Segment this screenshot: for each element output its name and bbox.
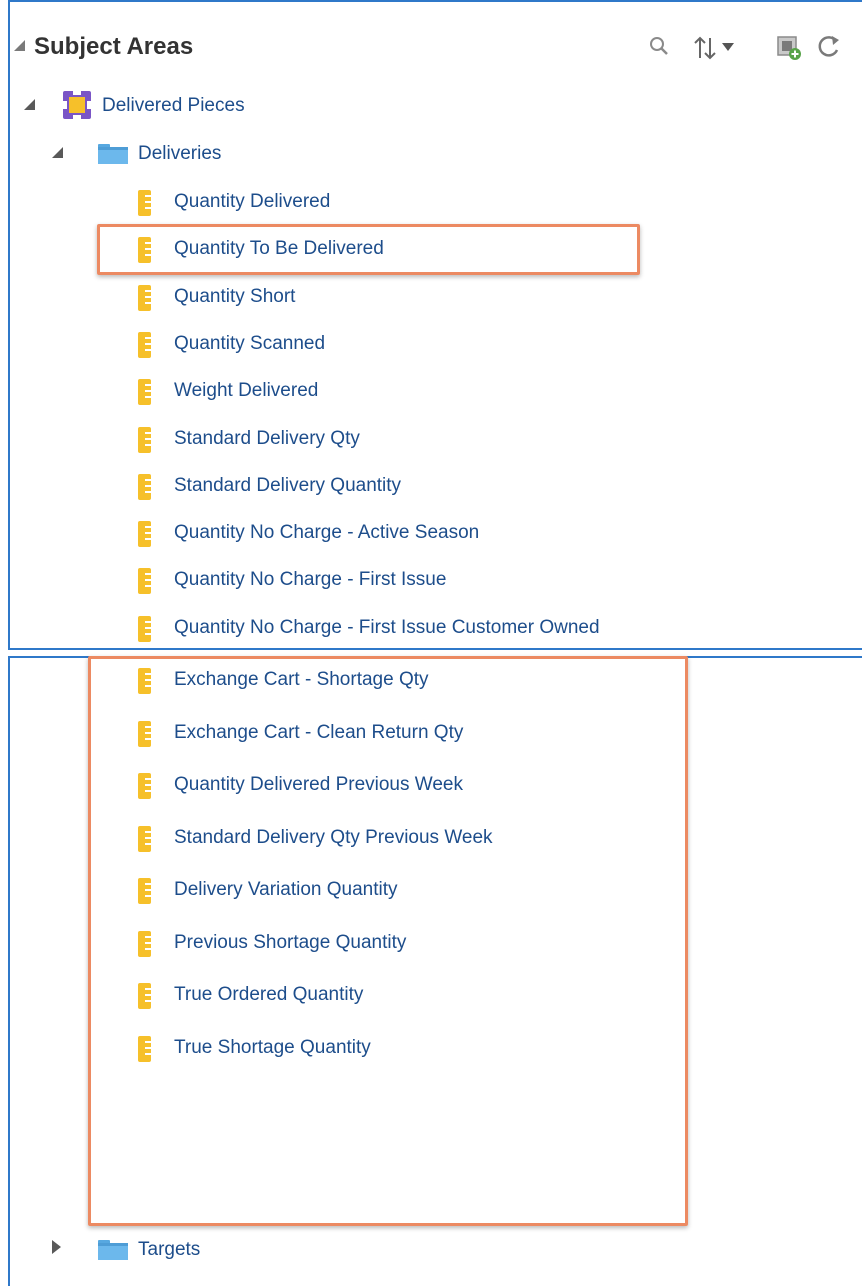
tree-item-label: Quantity Delivered Previous Week xyxy=(174,774,463,795)
tree-item-label: True Ordered Quantity xyxy=(174,984,364,1005)
tree-item-measure[interactable]: Quantity No Charge - First Issue Custome… xyxy=(10,606,862,650)
tree-item-measure[interactable]: Quantity To Be Delivered xyxy=(10,227,862,271)
folder-icon xyxy=(98,144,128,164)
subject-area-icon xyxy=(62,90,92,120)
tree-item-measure[interactable]: Weight Delivered xyxy=(10,369,862,413)
tree-item-label: Exchange Cart - Shortage Qty xyxy=(174,669,429,690)
tree-item-measure[interactable]: Exchange Cart - Shortage Qty xyxy=(10,658,862,702)
refresh-icon[interactable] xyxy=(814,30,844,64)
measure-column-icon xyxy=(138,930,151,957)
tree-item-label: Quantity Delivered xyxy=(174,191,331,212)
tree-item-label: Quantity No Charge - Active Season xyxy=(174,522,480,544)
tree-item-measure[interactable]: Quantity Delivered Previous Week xyxy=(10,763,862,807)
tree-item-measure[interactable]: Exchange Cart - Clean Return Qty xyxy=(10,711,862,755)
measure-column-icon xyxy=(138,720,151,747)
tree-node-label: Targets xyxy=(138,1239,201,1260)
measure-column-icon xyxy=(138,426,151,453)
measure-column-icon xyxy=(138,668,151,694)
measure-column-icon xyxy=(138,379,151,406)
measure-column-icon xyxy=(138,237,151,264)
subject-areas-panel-continued: Exchange Cart - Shortage Qty Exchange Car… xyxy=(8,656,862,1286)
tree-item-label: Standard Delivery Qty Previous Week xyxy=(174,826,493,848)
measure-column-icon xyxy=(138,521,151,548)
measure-column-icon xyxy=(138,284,151,311)
measure-column-icon xyxy=(138,773,151,799)
tree-item-measure[interactable]: True Ordered Quantity xyxy=(10,973,862,1017)
measure-column-icon xyxy=(138,331,151,358)
tree-item-label: Quantity No Charge - First Issue Custome… xyxy=(174,616,600,638)
tree-item-label: Delivery Variation Quantity xyxy=(174,879,398,900)
panel-title: Subject Areas xyxy=(34,33,194,60)
tree-item-measure[interactable]: Standard Delivery Quantity xyxy=(10,464,862,508)
tree-node-delivered-pieces[interactable]: Delivered Pieces xyxy=(10,84,862,128)
tree-item-label: True Shortage Quantity xyxy=(174,1036,371,1058)
search-icon[interactable] xyxy=(644,30,674,64)
measure-column-icon xyxy=(138,825,151,852)
tree-item-measure[interactable]: Quantity Delivered xyxy=(10,180,862,224)
tree-node-deliveries[interactable]: Deliveries xyxy=(10,132,862,176)
tree-item-label: Quantity Short xyxy=(174,285,296,307)
tree-item-label: Exchange Cart - Clean Return Qty xyxy=(174,721,464,743)
measure-column-icon xyxy=(138,1035,151,1062)
expand-node-icon[interactable] xyxy=(52,1240,61,1254)
tree-item-measure[interactable]: Quantity No Charge - First Issue xyxy=(10,558,862,602)
tree-item-label: Standard Delivery Qty xyxy=(174,427,360,449)
tree-item-measure[interactable]: Standard Delivery Qty xyxy=(10,417,862,461)
tree-item-measure[interactable]: Quantity Scanned xyxy=(10,322,862,366)
tree-item-label: Quantity Scanned xyxy=(174,332,326,354)
measure-column-icon xyxy=(138,568,151,595)
collapse-node-icon[interactable] xyxy=(52,147,63,158)
tree-node-label: Deliveries xyxy=(138,143,222,164)
tree-item-measure[interactable]: Delivery Variation Quantity xyxy=(10,868,862,912)
tree-item-label: Standard Delivery Quantity xyxy=(174,474,402,496)
collapse-panel-icon[interactable] xyxy=(14,40,25,51)
folder-icon xyxy=(98,1240,128,1260)
tree-item-measure[interactable]: Quantity No Charge - Active Season xyxy=(10,511,862,555)
measure-column-icon xyxy=(138,615,151,642)
tree-node-label: Delivered Pieces xyxy=(102,95,245,116)
panel-header: Subject Areas xyxy=(10,18,862,68)
collapse-node-icon[interactable] xyxy=(24,99,35,110)
tree-node-targets[interactable]: Targets xyxy=(10,1228,862,1272)
tree-item-measure[interactable]: Quantity Short xyxy=(10,275,862,319)
add-subject-area-icon[interactable] xyxy=(774,30,804,64)
tree-item-label: Weight Delivered xyxy=(174,380,319,402)
tree-item-label: Quantity To Be Delivered xyxy=(174,238,384,260)
tree-item-label: Previous Shortage Quantity xyxy=(174,931,407,953)
panel-toolbar xyxy=(644,30,862,64)
tree-item-measure[interactable]: Previous Shortage Quantity xyxy=(10,921,862,965)
tree-item-label: Quantity No Charge - First Issue xyxy=(174,569,447,591)
measure-column-icon xyxy=(138,878,151,904)
tree-item-measure[interactable]: Standard Delivery Qty Previous Week xyxy=(10,816,862,860)
measure-column-icon xyxy=(138,473,151,500)
tree-item-measure[interactable]: True Shortage Quantity xyxy=(10,1026,862,1070)
sort-icon[interactable] xyxy=(690,30,746,64)
measure-column-icon xyxy=(138,190,151,216)
measure-column-icon xyxy=(138,983,151,1009)
subject-areas-panel: Subject Areas Delivered Pieces Deliverie… xyxy=(8,0,862,831)
